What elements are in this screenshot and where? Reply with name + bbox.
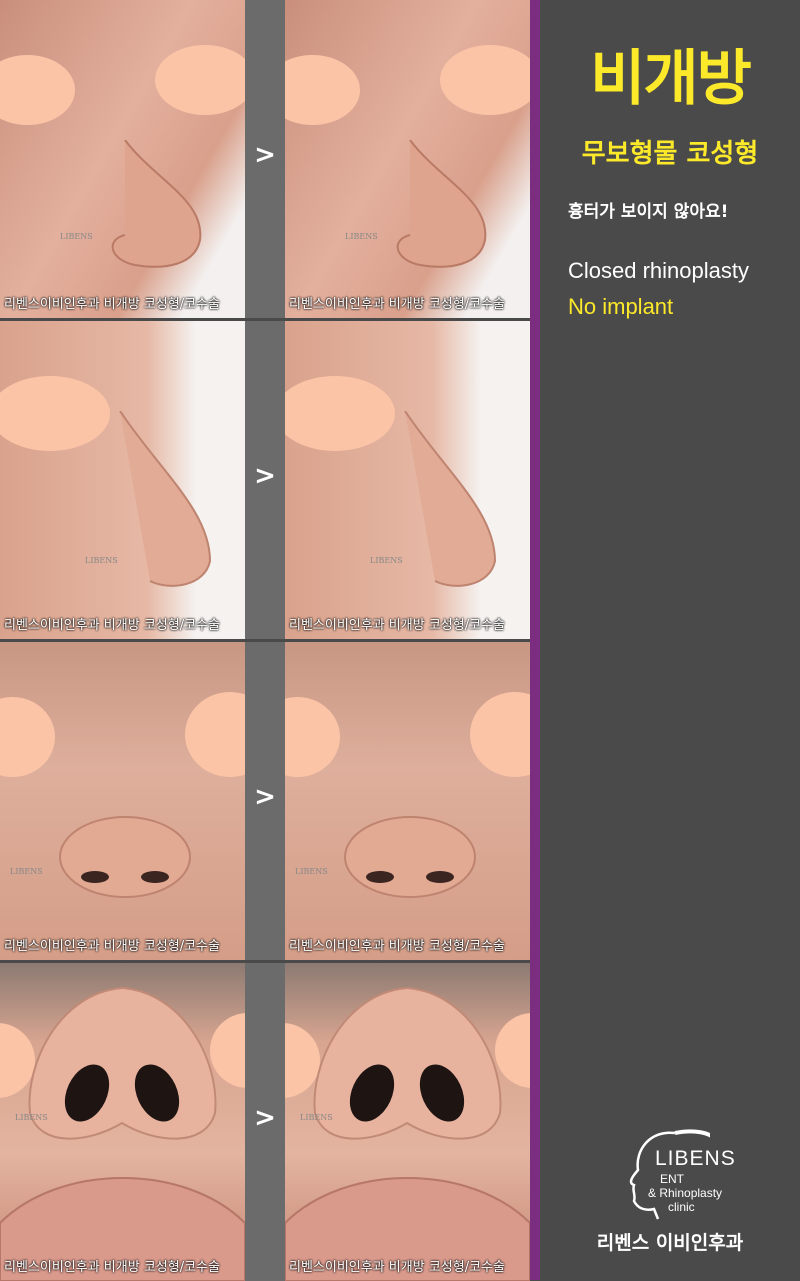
- eye-privacy-patch: [285, 376, 395, 451]
- nose-shape: [59, 816, 191, 898]
- photo-caption: 리벤스이비인후과 비개방 코성형/코수술: [289, 618, 505, 633]
- nose-shape: [396, 140, 487, 268]
- photo-caption: 리벤스이비인후과 비개방 코성형/코수술: [289, 297, 505, 312]
- arrow-column: >: [245, 0, 285, 318]
- accent-divider: [530, 0, 540, 1280]
- clinic-logo: LIBENS ENT & Rhinoplasty clinic: [620, 1125, 800, 1220]
- watermark: LIBENS: [15, 1113, 48, 1122]
- photo-caption: 리벤스이비인후과 비개방 코성형/코수술: [289, 939, 505, 954]
- english-procedure: Closed rhinoplasty: [568, 258, 749, 283]
- page-title: 비개방: [590, 44, 752, 114]
- after-photo-frontal: LIBENS 리벤스이비인후과 비개방 코성형/코수술: [285, 642, 530, 960]
- before-photo-profile: LIBENS 리벤스이비인후과 비개방 코성형/코수술: [0, 321, 245, 639]
- arrow-icon: >: [254, 782, 276, 812]
- after-photo-profile: LIBENS 리벤스이비인후과 비개방 코성형/코수술: [285, 321, 530, 639]
- watermark: LIBENS: [10, 867, 43, 876]
- before-photo-oblique: LIBENS 리벤스이비인후과 비개방 코성형/코수술: [0, 0, 245, 318]
- after-photo-oblique: LIBENS 리벤스이비인후과 비개방 코성형/코수술: [285, 0, 530, 318]
- logo-brand: LIBENS: [655, 1147, 736, 1170]
- arrow-column: >: [245, 963, 285, 1281]
- arrow-column: >: [245, 321, 285, 639]
- nose-shape: [28, 986, 217, 1140]
- eye-privacy-patch: [185, 692, 245, 777]
- eye-privacy-patch: [0, 697, 55, 777]
- watermark: LIBENS: [345, 232, 378, 241]
- info-panel: 비개방 무보형물 코성형 흉터가 보이지 않아요! Closed rhinopl…: [540, 0, 800, 1280]
- eye-privacy-patch: [0, 55, 75, 125]
- before-photo-frontal: LIBENS 리벤스이비인후과 비개방 코성형/코수술: [0, 642, 245, 960]
- arrow-icon: >: [254, 461, 276, 491]
- photo-caption: 리벤스이비인후과 비개방 코성형/코수술: [4, 297, 220, 312]
- before-after-grid: LIBENS 리벤스이비인후과 비개방 코성형/코수술 > LIBENS 리벤스…: [0, 0, 530, 1281]
- nose-shape: [119, 411, 212, 587]
- arrow-icon: >: [254, 1103, 276, 1133]
- arrow-column: >: [245, 642, 285, 960]
- subtitle: 무보형물 코성형: [581, 139, 759, 169]
- watermark: LIBENS: [85, 556, 118, 565]
- eye-privacy-patch: [285, 697, 340, 777]
- photo-caption: 리벤스이비인후과 비개방 코성형/코수술: [289, 1260, 505, 1275]
- arrow-icon: >: [254, 140, 276, 170]
- nose-shape: [313, 986, 502, 1140]
- before-photo-basal: LIBENS 리벤스이비인후과 비개방 코성형/코수술: [0, 963, 245, 1281]
- after-photo-basal: LIBENS 리벤스이비인후과 비개방 코성형/코수술: [285, 963, 530, 1281]
- watermark: LIBENS: [60, 232, 93, 241]
- english-implant: No implant: [568, 294, 674, 319]
- watermark: LIBENS: [370, 556, 403, 565]
- scar-note: 흉터가 보이지 않아요!: [568, 202, 729, 222]
- nose-shape: [111, 140, 202, 268]
- eye-privacy-patch: [155, 45, 245, 115]
- watermark: LIBENS: [300, 1113, 333, 1122]
- eye-privacy-patch: [440, 45, 530, 115]
- logo-line-clinic: clinic: [668, 1200, 695, 1214]
- watermark: LIBENS: [295, 867, 328, 876]
- eye-privacy-patch: [470, 692, 530, 777]
- clinic-name: 리벤스 이비인후과: [596, 1232, 744, 1254]
- photo-caption: 리벤스이비인후과 비개방 코성형/코수술: [4, 618, 220, 633]
- photo-caption: 리벤스이비인후과 비개방 코성형/코수술: [4, 1260, 220, 1275]
- photo-caption: 리벤스이비인후과 비개방 코성형/코수술: [4, 939, 220, 954]
- nose-shape: [344, 816, 476, 898]
- eye-privacy-patch: [285, 55, 360, 125]
- logo-line-rhinoplasty: & Rhinoplasty: [648, 1186, 723, 1200]
- eye-privacy-patch: [0, 376, 110, 451]
- logo-line-ent: ENT: [660, 1172, 684, 1186]
- nose-shape: [404, 411, 497, 587]
